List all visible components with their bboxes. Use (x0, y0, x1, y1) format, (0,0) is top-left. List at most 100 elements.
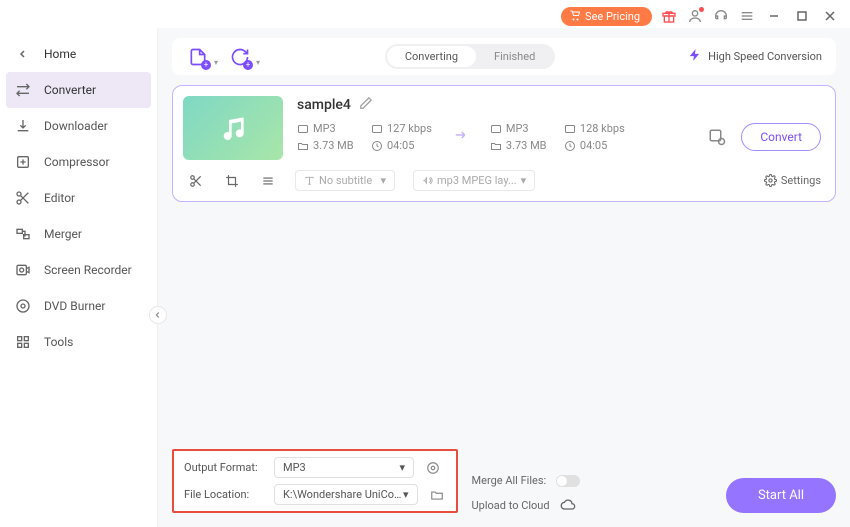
user-icon[interactable] (686, 7, 704, 25)
upload-cloud-row[interactable]: Upload to Cloud (472, 497, 581, 513)
compressor-icon (14, 153, 32, 171)
sidebar-item-label: Merger (44, 227, 82, 241)
disc-icon (14, 297, 32, 315)
chevron-left-icon (14, 45, 32, 63)
tabs: Converting Finished (385, 44, 555, 69)
output-format-label: Output Format: (184, 461, 264, 474)
file-location-value: K:\Wondershare UniConverter 1 (283, 488, 403, 501)
minimize-button[interactable] (764, 6, 784, 26)
file-settings-button[interactable]: Settings (764, 174, 821, 187)
bitrate-icon (371, 123, 383, 135)
tab-finished[interactable]: Finished (476, 46, 553, 67)
bitrate-icon (564, 123, 576, 135)
merge-toggle[interactable] (556, 475, 580, 487)
clock-icon (371, 140, 383, 152)
file-thumbnail[interactable] (183, 96, 283, 160)
recorder-icon (14, 261, 32, 279)
more-icon[interactable] (259, 172, 277, 190)
src-size: 3.73 MB (313, 139, 354, 152)
sidebar-item-screen-recorder[interactable]: Screen Recorder (0, 252, 157, 288)
format-icon (297, 123, 309, 135)
audio-dropdown[interactable]: mp3 MPEG lay... ▾ (413, 170, 535, 191)
upload-label: Upload to Cloud (472, 499, 550, 512)
tab-converting[interactable]: Converting (387, 46, 476, 67)
file-card: sample4 MP3 3.73 MB 127 kbps 04:05 (172, 85, 836, 202)
sidebar-item-dvd-burner[interactable]: DVD Burner (0, 288, 157, 324)
browse-folder-icon[interactable] (428, 486, 446, 504)
footer: Output Format: MP3 ▾ File Location: K:\W… (172, 449, 836, 513)
plus-indicator: + (201, 60, 211, 70)
gift-icon[interactable] (660, 7, 678, 25)
maximize-button[interactable] (792, 6, 812, 26)
add-file-button[interactable]: + ▾ (186, 45, 210, 69)
notification-dot (699, 7, 704, 12)
dst-duration: 04:05 (580, 139, 607, 152)
chevron-down-icon: ▾ (403, 488, 409, 501)
src-bitrate: 127 kbps (387, 122, 432, 135)
trim-icon[interactable] (187, 172, 205, 190)
file-name: sample4 (297, 97, 351, 113)
sidebar-item-converter[interactable]: Converter (6, 72, 151, 108)
cloud-icon (560, 497, 576, 513)
subtitle-icon (304, 175, 315, 186)
sidebar-item-label: Tools (44, 335, 73, 349)
rename-icon[interactable] (359, 96, 373, 114)
headset-icon[interactable] (712, 7, 730, 25)
sidebar-item-label: Editor (44, 191, 75, 205)
download-icon (14, 117, 32, 135)
dst-format: MP3 (506, 122, 529, 135)
sidebar: Home Converter Downloader Compressor Edi… (0, 28, 158, 527)
settings-label: Settings (781, 174, 821, 187)
content-area: + ▾ + ▾ Converting Finished High Speed C… (158, 28, 850, 527)
subtitle-dropdown[interactable]: No subtitle ▾ (295, 170, 395, 191)
sidebar-item-compressor[interactable]: Compressor (0, 144, 157, 180)
music-note-icon (217, 112, 249, 144)
chevron-down-icon: ▾ (521, 174, 527, 187)
converter-icon (14, 81, 32, 99)
add-url-button[interactable]: + ▾ (228, 45, 252, 69)
start-all-button[interactable]: Start All (726, 478, 836, 513)
sidebar-item-editor[interactable]: Editor (0, 180, 157, 216)
sidebar-item-label: Screen Recorder (44, 263, 132, 277)
menu-icon[interactable] (738, 7, 756, 25)
merger-icon (14, 225, 32, 243)
high-speed-toggle[interactable]: High Speed Conversion (688, 48, 822, 65)
gear-icon (764, 174, 777, 187)
sidebar-item-label: DVD Burner (44, 299, 105, 313)
plus-indicator: + (243, 60, 253, 70)
file-location-select[interactable]: K:\Wondershare UniConverter 1 ▾ (274, 484, 418, 505)
folder-icon (297, 140, 309, 152)
sidebar-item-tools[interactable]: Tools (0, 324, 157, 360)
folder-icon (490, 140, 502, 152)
crop-icon[interactable] (223, 172, 241, 190)
format-settings-icon[interactable] (424, 459, 442, 477)
titlebar: See Pricing (0, 0, 850, 28)
sidebar-item-label: Compressor (44, 155, 110, 169)
sidebar-item-downloader[interactable]: Downloader (0, 108, 157, 144)
chevron-down-icon: ▾ (214, 58, 218, 67)
file-location-label: File Location: (184, 488, 264, 501)
high-speed-label: High Speed Conversion (708, 50, 822, 63)
see-pricing-button[interactable]: See Pricing (561, 7, 652, 26)
output-settings-box: Output Format: MP3 ▾ File Location: K:\W… (172, 449, 458, 513)
src-format: MP3 (313, 122, 336, 135)
output-format-value: MP3 (283, 461, 306, 474)
pricing-label: See Pricing (585, 10, 640, 23)
arrow-icon (448, 126, 474, 148)
audio-value: mp3 MPEG lay... (437, 174, 517, 187)
output-format-select[interactable]: MP3 ▾ (274, 457, 414, 478)
src-duration: 04:05 (387, 139, 414, 152)
subtitle-value: No subtitle (319, 174, 372, 187)
close-button[interactable] (820, 6, 840, 26)
format-icon (490, 123, 502, 135)
sidebar-item-label: Converter (44, 83, 96, 97)
collapse-sidebar-button[interactable] (149, 306, 167, 324)
sidebar-home[interactable]: Home (0, 36, 157, 72)
grid-icon (14, 333, 32, 351)
merge-label: Merge All Files: (472, 474, 547, 487)
effect-settings-icon[interactable] (707, 127, 727, 147)
cart-icon (569, 10, 581, 22)
convert-button[interactable]: Convert (741, 123, 821, 151)
sidebar-item-merger[interactable]: Merger (0, 216, 157, 252)
merge-all-row: Merge All Files: (472, 474, 581, 487)
